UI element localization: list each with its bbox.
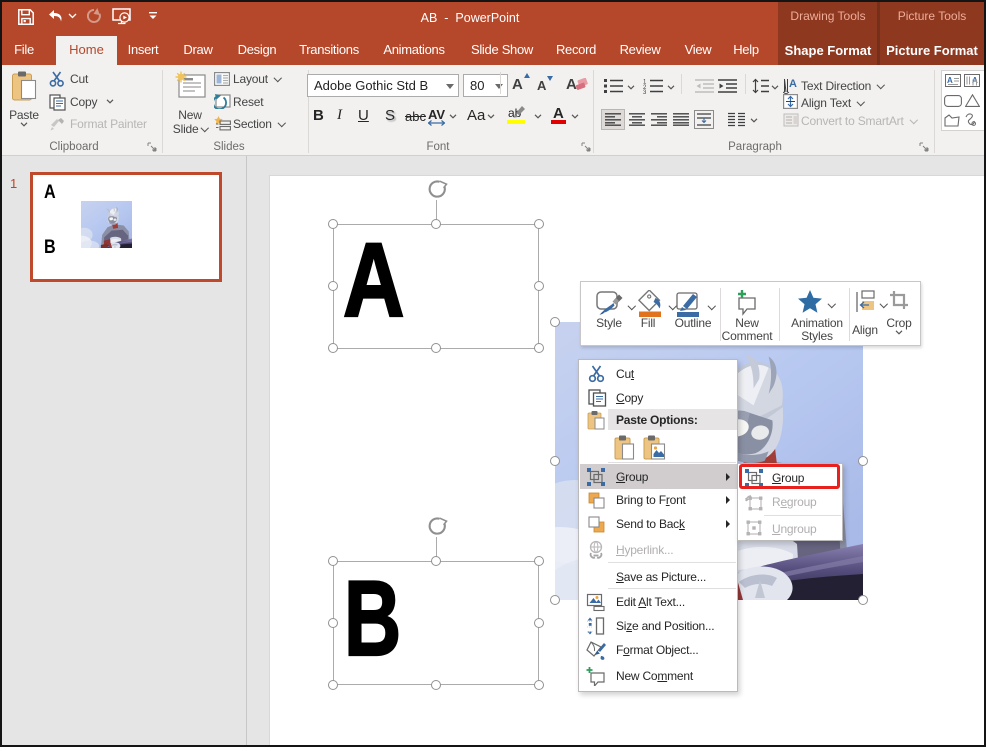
svg-text:A: A	[789, 78, 797, 90]
svg-text:3: 3	[643, 90, 647, 94]
svg-text:A: A	[947, 76, 953, 85]
